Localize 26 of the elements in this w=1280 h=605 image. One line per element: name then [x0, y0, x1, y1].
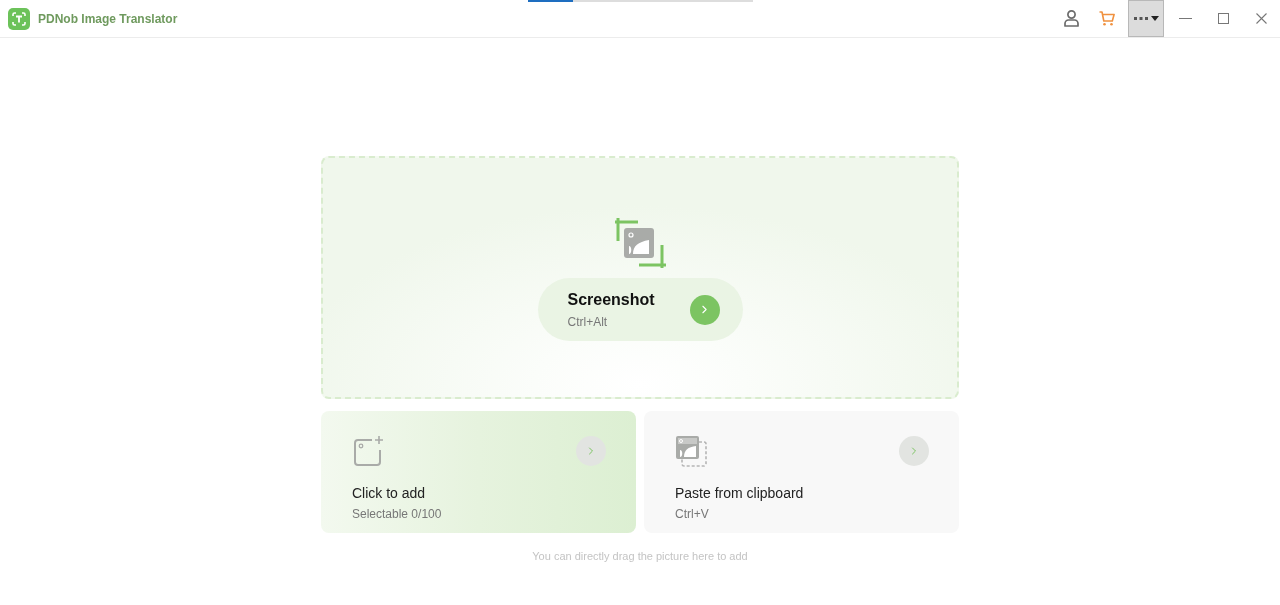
source-card[interactable]: Click to add Selectable 0/100 — [321, 411, 636, 533]
minimize-icon — [1178, 18, 1192, 19]
card-title: Paste from clipboard — [675, 484, 805, 502]
user-icon — [1063, 10, 1079, 27]
maximize-icon — [1217, 13, 1229, 24]
caret-down-icon — [1150, 16, 1159, 21]
app-title: PDNob Image Translator — [38, 10, 178, 28]
ellipsis-icon — [1133, 17, 1148, 20]
close-icon — [1255, 13, 1267, 24]
more-menu-button[interactable] — [1128, 0, 1164, 37]
card-title: Click to add — [352, 484, 427, 502]
arrow-right-icon — [576, 436, 606, 466]
card-subtitle: Ctrl+V — [675, 506, 710, 522]
crop-picture-icon — [614, 218, 666, 268]
screenshot-button[interactable]: Screenshot Ctrl+Alt — [537, 278, 743, 341]
screenshot-label: Screenshot — [567, 289, 655, 310]
source-card[interactable]: Paste from clipboard Ctrl+V — [644, 411, 959, 533]
app-logo-icon — [8, 7, 30, 30]
screenshot-drop-zone[interactable]: Screenshot Ctrl+Alt — [321, 156, 959, 399]
arrow-right-icon — [899, 436, 929, 466]
arrow-right-icon — [689, 294, 720, 325]
paste-picture-icon — [675, 435, 707, 467]
cart-icon — [1099, 11, 1115, 26]
screenshot-shortcut: Ctrl+Alt — [567, 313, 608, 330]
add-picture-icon — [352, 435, 384, 467]
card-subtitle: Selectable 0/100 — [352, 506, 443, 522]
